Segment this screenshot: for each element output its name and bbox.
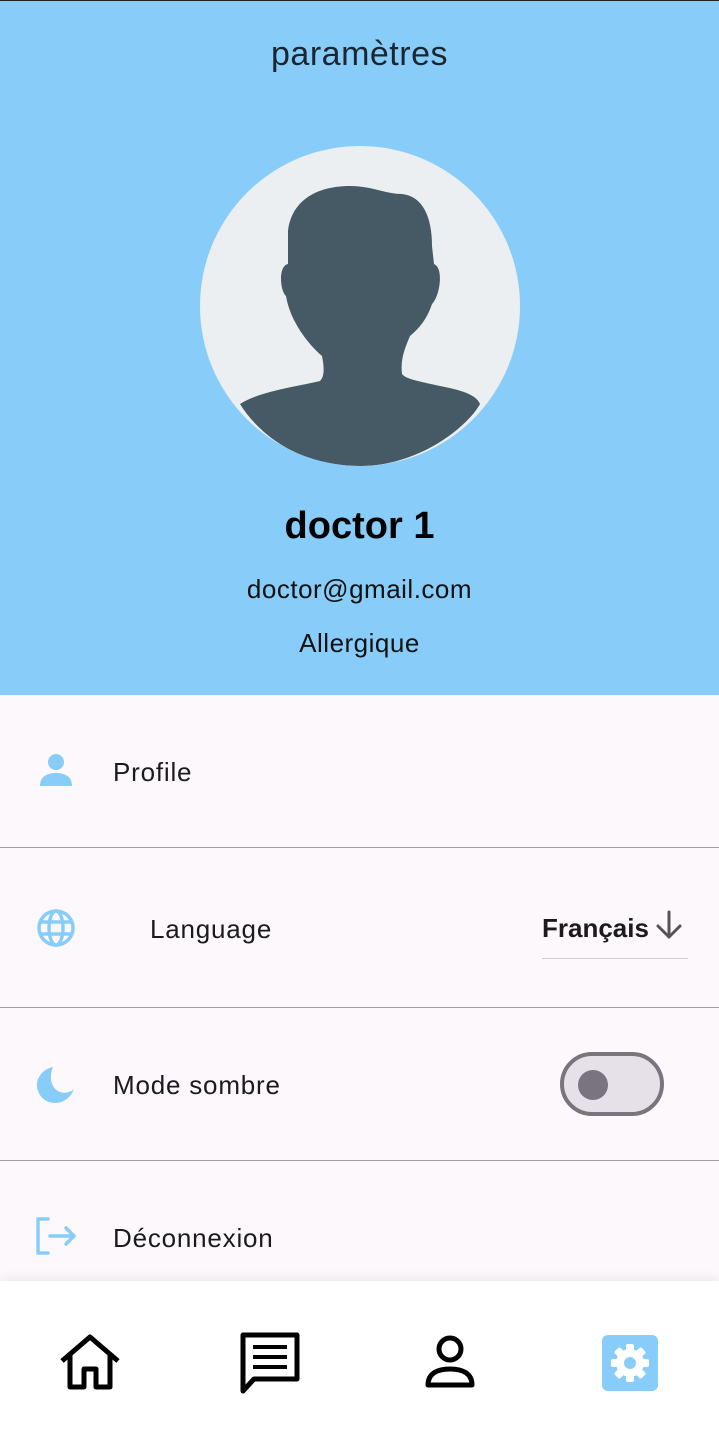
page-title: paramètres (271, 35, 448, 73)
nav-chat[interactable] (238, 1331, 302, 1395)
user-condition: Allergique (299, 628, 420, 658)
profile-row[interactable]: Profile (0, 695, 719, 848)
moon-icon (37, 1065, 75, 1108)
nav-home[interactable] (58, 1331, 122, 1395)
logout-row[interactable]: Déconnexion (0, 1161, 719, 1281)
bottom-navigation (0, 1281, 719, 1437)
chat-icon (240, 1332, 300, 1394)
logout-label: Déconnexion (113, 1223, 274, 1253)
globe-icon (36, 908, 76, 953)
language-value: Français (542, 913, 649, 943)
logout-icon (36, 1217, 78, 1260)
avatar (200, 146, 520, 466)
arrow-down-icon (654, 909, 684, 946)
language-select[interactable]: Français (542, 895, 688, 959)
person-silhouette-icon (240, 186, 480, 466)
settings-icon (602, 1335, 658, 1391)
person-icon (425, 1335, 475, 1388)
person-icon (38, 752, 74, 793)
profile-label: Profile (113, 757, 193, 787)
nav-profile[interactable] (418, 1331, 482, 1395)
language-label: Language (150, 914, 273, 944)
user-email: doctor@gmail.com (246, 574, 473, 604)
profile-header: paramètres doctor 1 doctor@gmail.com All… (0, 0, 719, 695)
dark-mode-toggle[interactable] (560, 1052, 664, 1116)
home-icon (60, 1334, 120, 1390)
nav-settings[interactable] (598, 1331, 662, 1395)
toggle-knob (578, 1070, 608, 1100)
user-name: doctor 1 (284, 505, 435, 547)
dark-mode-label: Mode sombre (113, 1070, 281, 1100)
